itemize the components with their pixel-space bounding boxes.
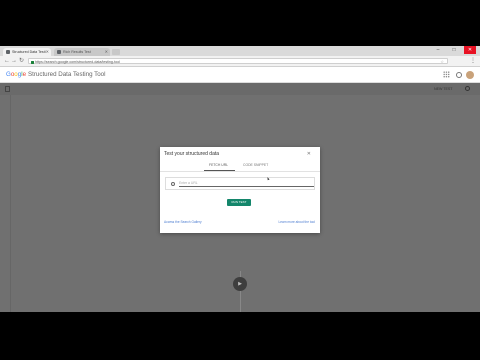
- bookmark-star-icon[interactable]: ☆: [440, 59, 444, 65]
- window-close-button[interactable]: ✕: [464, 46, 476, 54]
- document-icon[interactable]: [5, 86, 10, 92]
- lock-icon: [31, 60, 34, 64]
- tab-label: Rich Results Test: [63, 50, 91, 54]
- browser-menu-icon[interactable]: ⋮: [470, 57, 476, 65]
- globe-icon: [171, 181, 175, 186]
- app-header: Google Structured Data Testing Tool: [0, 67, 480, 83]
- avatar[interactable]: [466, 70, 474, 79]
- run-test-button[interactable]: RUN TEST: [227, 199, 251, 206]
- tab-strip: Structured Data Testi ✕ Rich Results Tes…: [0, 46, 480, 56]
- test-dialog: Test your structured data ✕ FETCH URL CO…: [160, 147, 320, 233]
- url-input[interactable]: [179, 181, 314, 187]
- new-test-button[interactable]: NEW TEST: [434, 86, 453, 92]
- tab-code-snippet[interactable]: CODE SNIPPET: [243, 162, 268, 168]
- tab-structured-data[interactable]: Structured Data Testi ✕: [3, 48, 51, 56]
- results-icon[interactable]: [465, 86, 470, 91]
- learn-more-link[interactable]: Learn more about the tool: [278, 220, 315, 225]
- tab-close-icon[interactable]: ✕: [105, 48, 108, 56]
- reload-icon[interactable]: ↻: [19, 57, 24, 65]
- tab-divider: [160, 171, 320, 172]
- editor-toolbar: NEW TEST: [0, 83, 480, 95]
- tab-fetch-url[interactable]: FETCH URL: [209, 162, 228, 168]
- address-bar[interactable]: https://search.google.com/structured-dat…: [28, 58, 448, 64]
- url-text: https://search.google.com/structured-dat…: [35, 60, 120, 64]
- maximize-button[interactable]: □: [448, 46, 460, 54]
- google-logo[interactable]: Google: [6, 70, 26, 79]
- dialog-close-icon[interactable]: ✕: [307, 151, 311, 158]
- tab-rich-results[interactable]: Rich Results Test ✕: [54, 48, 110, 56]
- page-favicon-icon: [57, 50, 61, 54]
- dialog-title: Test your structured data: [164, 151, 220, 157]
- search-gallery-link[interactable]: Access the Search Gallery: [164, 220, 202, 225]
- run-fab-button[interactable]: ▶: [233, 277, 247, 291]
- page-favicon-icon: [6, 50, 10, 54]
- tab-label: Structured Data Testi: [12, 50, 46, 54]
- app-title: Structured Data Testing Tool: [28, 71, 106, 78]
- new-tab-button[interactable]: [112, 49, 120, 55]
- settings-gear-icon[interactable]: [456, 72, 462, 78]
- browser-toolbar: ← → ↻ https://search.google.com/structur…: [0, 56, 480, 67]
- minimize-button[interactable]: –: [432, 46, 444, 54]
- back-arrow-icon[interactable]: ←: [4, 57, 10, 65]
- tab-close-icon[interactable]: ✕: [46, 48, 49, 56]
- forward-arrow-icon[interactable]: →: [11, 57, 17, 65]
- apps-grid-icon[interactable]: [443, 71, 450, 78]
- url-panel: [165, 177, 315, 190]
- editor-gutter: [10, 95, 11, 312]
